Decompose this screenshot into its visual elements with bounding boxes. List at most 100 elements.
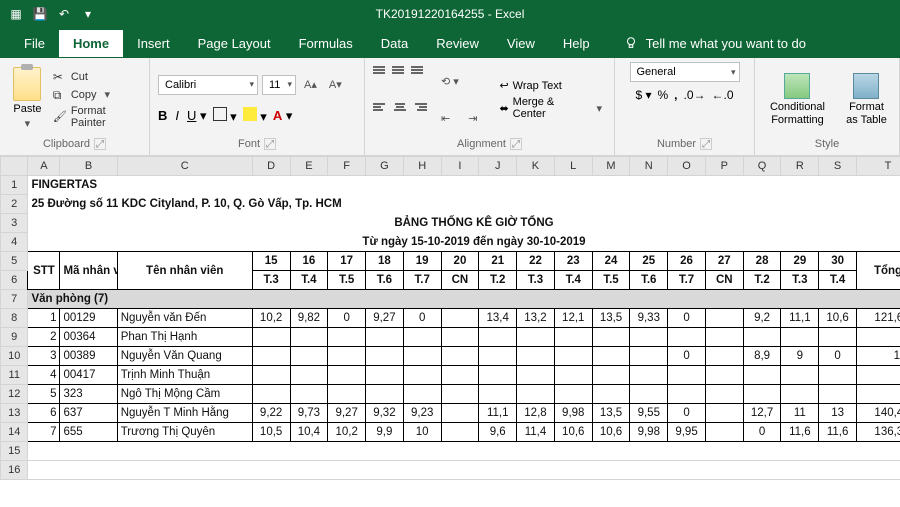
cell[interactable] bbox=[592, 385, 630, 404]
cell[interactable] bbox=[743, 366, 781, 385]
cell[interactable]: 655 bbox=[60, 423, 117, 442]
tell-me[interactable]: Tell me what you want to do bbox=[624, 36, 806, 51]
border-button[interactable]: ▾ bbox=[213, 107, 237, 125]
cell[interactable]: Mã nhân viên bbox=[60, 252, 117, 290]
cell[interactable]: 12,1 bbox=[554, 309, 592, 328]
paste-button[interactable]: Paste ▾ bbox=[8, 67, 47, 132]
cell[interactable]: 21 bbox=[479, 252, 517, 271]
number-format-select[interactable]: General bbox=[630, 62, 740, 82]
cell[interactable]: T.5 bbox=[328, 271, 366, 290]
cell[interactable]: Tổng bbox=[856, 252, 900, 290]
cell[interactable]: 9,55 bbox=[630, 404, 668, 423]
row-header[interactable]: 3 bbox=[1, 214, 28, 233]
cell[interactable]: 30 bbox=[819, 252, 857, 271]
cell[interactable]: Nguyễn T Minh Hằng bbox=[117, 404, 252, 423]
cell[interactable]: T.2 bbox=[479, 271, 517, 290]
cell[interactable] bbox=[366, 328, 404, 347]
row-header[interactable]: 13 bbox=[1, 404, 28, 423]
row-header[interactable]: 4 bbox=[1, 233, 28, 252]
cell[interactable]: 10,4 bbox=[290, 423, 328, 442]
tab-home[interactable]: Home bbox=[59, 30, 123, 57]
cell[interactable] bbox=[554, 366, 592, 385]
cell[interactable]: Trịnh Minh Thuận bbox=[117, 366, 252, 385]
cell[interactable]: T.2 bbox=[743, 271, 781, 290]
cell[interactable] bbox=[479, 328, 517, 347]
tab-help[interactable]: Help bbox=[549, 30, 604, 57]
cell[interactable] bbox=[781, 385, 819, 404]
cell[interactable]: BẢNG THỐNG KÊ GIỜ TỔNG bbox=[28, 214, 900, 233]
cell[interactable]: 10,2 bbox=[252, 309, 290, 328]
cell[interactable] bbox=[441, 385, 479, 404]
row-header[interactable]: 1 bbox=[1, 176, 28, 195]
cell[interactable]: T.7 bbox=[668, 271, 706, 290]
col-header[interactable]: G bbox=[366, 157, 404, 176]
cell[interactable] bbox=[517, 366, 555, 385]
row-header[interactable]: 5 bbox=[1, 252, 28, 271]
cell[interactable]: Từ ngày 15-10-2019 đến ngày 30-10-2019 bbox=[28, 233, 900, 252]
italic-button[interactable]: I bbox=[175, 108, 179, 124]
row-header[interactable]: 7 bbox=[1, 290, 28, 309]
accounting-format-button[interactable]: $ ▾ bbox=[635, 88, 651, 102]
tab-view[interactable]: View bbox=[493, 30, 549, 57]
cell[interactable]: Ngô Thị Mộng Cầm bbox=[117, 385, 252, 404]
cell[interactable] bbox=[819, 385, 857, 404]
cell[interactable] bbox=[290, 328, 328, 347]
cell[interactable] bbox=[819, 328, 857, 347]
cell[interactable] bbox=[630, 347, 668, 366]
cell[interactable]: 0 bbox=[856, 385, 900, 404]
cell[interactable] bbox=[705, 309, 743, 328]
cell[interactable]: 121,668 bbox=[856, 309, 900, 328]
cell[interactable]: 10,6 bbox=[592, 423, 630, 442]
cell[interactable]: T.5 bbox=[592, 271, 630, 290]
cell[interactable] bbox=[630, 366, 668, 385]
cell[interactable] bbox=[743, 385, 781, 404]
cell[interactable] bbox=[403, 328, 441, 347]
row-header[interactable]: 15 bbox=[1, 442, 28, 461]
cell[interactable]: 9,33 bbox=[630, 309, 668, 328]
cell[interactable]: 26 bbox=[668, 252, 706, 271]
cell[interactable]: 23 bbox=[554, 252, 592, 271]
cell[interactable] bbox=[819, 366, 857, 385]
font-size-select[interactable]: 11 bbox=[262, 75, 296, 95]
cell[interactable]: 10,2 bbox=[328, 423, 366, 442]
cell[interactable] bbox=[479, 385, 517, 404]
number-launcher[interactable]: ⤢ bbox=[700, 138, 712, 150]
cell[interactable]: 9,95 bbox=[668, 423, 706, 442]
cell[interactable]: 00417 bbox=[60, 366, 117, 385]
cell[interactable] bbox=[668, 385, 706, 404]
cell[interactable] bbox=[517, 328, 555, 347]
cell[interactable]: 11,6 bbox=[781, 423, 819, 442]
cell[interactable] bbox=[290, 385, 328, 404]
increase-indent-button[interactable]: ⇥ bbox=[464, 110, 481, 127]
cell[interactable]: 19 bbox=[403, 252, 441, 271]
cell[interactable]: 9,22 bbox=[252, 404, 290, 423]
cell[interactable]: 0 bbox=[743, 423, 781, 442]
cell[interactable] bbox=[592, 328, 630, 347]
col-header[interactable]: I bbox=[441, 157, 479, 176]
cell[interactable]: 0 bbox=[856, 328, 900, 347]
cell[interactable] bbox=[592, 347, 630, 366]
cell[interactable]: 9,32 bbox=[366, 404, 404, 423]
row-header[interactable]: 11 bbox=[1, 366, 28, 385]
cell[interactable]: 9,23 bbox=[403, 404, 441, 423]
cell[interactable]: CN bbox=[441, 271, 479, 290]
col-header[interactable]: S bbox=[819, 157, 857, 176]
orientation-button[interactable]: ⟲ ▾ bbox=[437, 73, 463, 90]
qat-dropdown-icon[interactable]: ▾ bbox=[80, 6, 96, 22]
cell[interactable]: 28 bbox=[743, 252, 781, 271]
cell[interactable]: T.4 bbox=[290, 271, 328, 290]
cell[interactable]: 17 bbox=[328, 252, 366, 271]
paste-dropdown-icon[interactable]: ▾ bbox=[21, 115, 35, 132]
cell[interactable] bbox=[252, 347, 290, 366]
cell[interactable] bbox=[441, 404, 479, 423]
cell[interactable] bbox=[403, 385, 441, 404]
cell[interactable]: 10 bbox=[403, 423, 441, 442]
cell[interactable]: 11,1 bbox=[781, 309, 819, 328]
format-painter-button[interactable]: Format Painter bbox=[53, 105, 141, 129]
cell[interactable] bbox=[630, 328, 668, 347]
col-header[interactable]: D bbox=[252, 157, 290, 176]
cell[interactable]: 9 bbox=[781, 347, 819, 366]
cell[interactable] bbox=[479, 366, 517, 385]
cell[interactable] bbox=[554, 385, 592, 404]
cell[interactable]: 22 bbox=[517, 252, 555, 271]
